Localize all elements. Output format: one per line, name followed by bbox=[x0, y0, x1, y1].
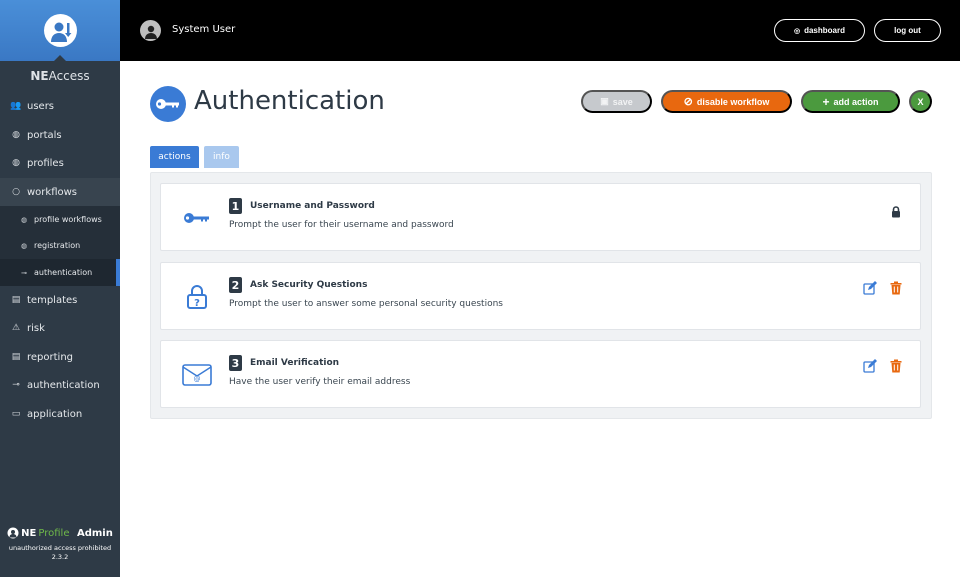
ban-icon: ⊘ bbox=[683, 96, 693, 108]
svg-text:?: ? bbox=[194, 298, 200, 309]
tab-info[interactable]: info bbox=[204, 146, 239, 168]
action-title: Username and Password bbox=[250, 201, 375, 211]
document-icon: ▤ bbox=[11, 295, 21, 305]
report-icon: ▤ bbox=[11, 352, 21, 362]
sidebar-item-application[interactable]: ▭ application bbox=[0, 400, 120, 428]
action-description: Prompt the user to answer some personal … bbox=[229, 299, 503, 309]
tab-actions[interactable]: actions bbox=[150, 146, 199, 168]
edit-icon[interactable] bbox=[863, 358, 877, 377]
globe-icon: ◍ bbox=[20, 215, 28, 224]
sidebar: NEAccess 👥 users ◍ portals ◍ profiles ○ work… bbox=[0, 0, 120, 577]
sidebar-item-portals[interactable]: ◍ portals bbox=[0, 121, 120, 149]
svg-text:@: @ bbox=[194, 375, 201, 383]
edit-icon[interactable] bbox=[863, 280, 877, 299]
page-title: Authentication bbox=[194, 86, 385, 116]
action-title: Ask Security Questions bbox=[250, 280, 368, 290]
sidebar-item-authentication[interactable]: ⊸ authentication bbox=[0, 371, 120, 399]
globe-icon: ◍ bbox=[12, 158, 20, 168]
action-card[interactable]: @ 3 Email Verification Have the user ver… bbox=[160, 340, 921, 408]
user-key-logo-icon bbox=[44, 14, 77, 47]
sidebar-subitem-profile-workflows[interactable]: ◍ profile workflows bbox=[0, 206, 120, 233]
add-action-button[interactable]: + add action bbox=[801, 90, 900, 113]
monitor-icon: ▭ bbox=[11, 409, 21, 419]
user-avatar-icon[interactable] bbox=[140, 20, 161, 41]
action-number: 2 bbox=[229, 277, 242, 293]
action-description: Have the user verify their email address bbox=[229, 377, 411, 387]
sidebar-item-workflows[interactable]: ○ workflows bbox=[0, 178, 120, 206]
neprofile-logo-icon bbox=[7, 527, 19, 539]
action-number: 3 bbox=[229, 355, 242, 371]
key-icon: ⊸ bbox=[21, 268, 27, 277]
sidebar-item-templates[interactable]: ▤ templates bbox=[0, 286, 120, 314]
globe-icon: ◍ bbox=[12, 130, 20, 140]
logo-area bbox=[0, 0, 120, 61]
save-button[interactable]: ▣ save bbox=[581, 90, 652, 113]
access-warning: unauthorized access prohibited bbox=[8, 544, 112, 552]
key-icon bbox=[150, 86, 186, 122]
version: 2.3.2 bbox=[51, 553, 69, 561]
trash-icon[interactable] bbox=[890, 358, 902, 377]
top-bar: System User ◎ dashboard log out bbox=[120, 0, 960, 61]
logout-button[interactable]: log out bbox=[874, 19, 941, 42]
brand-name: NEAccess bbox=[30, 69, 90, 83]
circle-icon: ○ bbox=[12, 187, 20, 197]
close-button[interactable]: X bbox=[909, 90, 932, 113]
warning-icon: ⚠ bbox=[11, 323, 21, 333]
dashboard-icon: ◎ bbox=[793, 27, 801, 35]
globe-icon: ◍ bbox=[20, 241, 28, 250]
sidebar-subitem-authentication[interactable]: ⊸ authentication bbox=[0, 259, 120, 286]
action-card[interactable]: ? 2 Ask Security Questions Prompt the us… bbox=[160, 262, 921, 330]
dashboard-button[interactable]: ◎ dashboard bbox=[774, 19, 865, 42]
email-icon: @ bbox=[179, 359, 215, 391]
product-name: NE Profile Admin bbox=[0, 527, 120, 539]
disable-workflow-button[interactable]: ⊘ disable workflow bbox=[661, 90, 792, 113]
users-icon: 👥 bbox=[10, 101, 22, 111]
floppy-icon: ▣ bbox=[600, 96, 609, 106]
sidebar-item-users[interactable]: 👥 users bbox=[0, 92, 120, 120]
sidebar-subitem-registration[interactable]: ◍ registration bbox=[0, 232, 120, 259]
key-icon bbox=[179, 202, 215, 234]
current-indicator bbox=[116, 259, 120, 286]
trash-icon[interactable] bbox=[890, 280, 902, 299]
action-title: Email Verification bbox=[250, 358, 340, 368]
action-description: Prompt the user for their username and p… bbox=[229, 220, 454, 230]
sidebar-item-reporting[interactable]: ▤ reporting bbox=[0, 343, 120, 371]
sidebar-footer: NE Profile Admin unauthorized access proh… bbox=[0, 527, 120, 561]
action-number: 1 bbox=[229, 198, 242, 214]
sidebar-item-profiles[interactable]: ◍ profiles bbox=[0, 149, 120, 177]
action-card[interactable]: 1 Username and Password Prompt the user … bbox=[160, 183, 921, 251]
user-name: System User bbox=[172, 24, 236, 35]
plus-icon: + bbox=[822, 94, 830, 109]
lock-icon bbox=[891, 203, 901, 222]
lock-question-icon: ? bbox=[179, 281, 215, 313]
key-icon: ⊸ bbox=[12, 380, 20, 390]
sidebar-item-risk[interactable]: ⚠ risk bbox=[0, 314, 120, 342]
